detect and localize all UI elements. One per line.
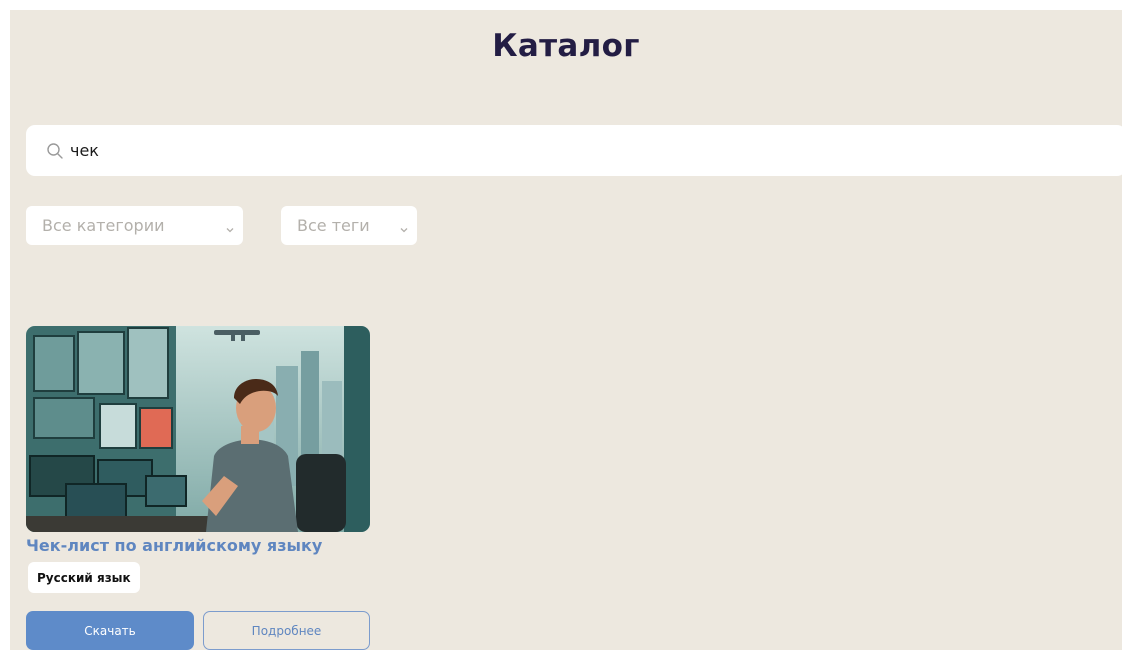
chevron-down-icon — [225, 220, 235, 233]
chevron-down-icon — [399, 220, 409, 233]
card-title[interactable]: Чек-лист по английскому языку — [26, 536, 322, 555]
category-select-value: Все категории — [42, 216, 165, 235]
search-icon — [46, 142, 64, 160]
details-button[interactable]: Подробнее — [203, 611, 370, 650]
tags-select[interactable]: Все теги — [281, 206, 417, 245]
card-image[interactable] — [26, 326, 370, 532]
page-title: Каталог — [492, 28, 640, 64]
download-button[interactable]: Скачать — [26, 611, 194, 650]
card-tag: Русский язык — [28, 562, 140, 593]
tags-select-value: Все теги — [297, 216, 370, 235]
category-select[interactable]: Все категории — [26, 206, 243, 245]
catalog-page: Каталог Все категории Все теги — [10, 10, 1122, 650]
search-input[interactable] — [70, 141, 470, 160]
search-bar[interactable] — [26, 125, 1122, 176]
